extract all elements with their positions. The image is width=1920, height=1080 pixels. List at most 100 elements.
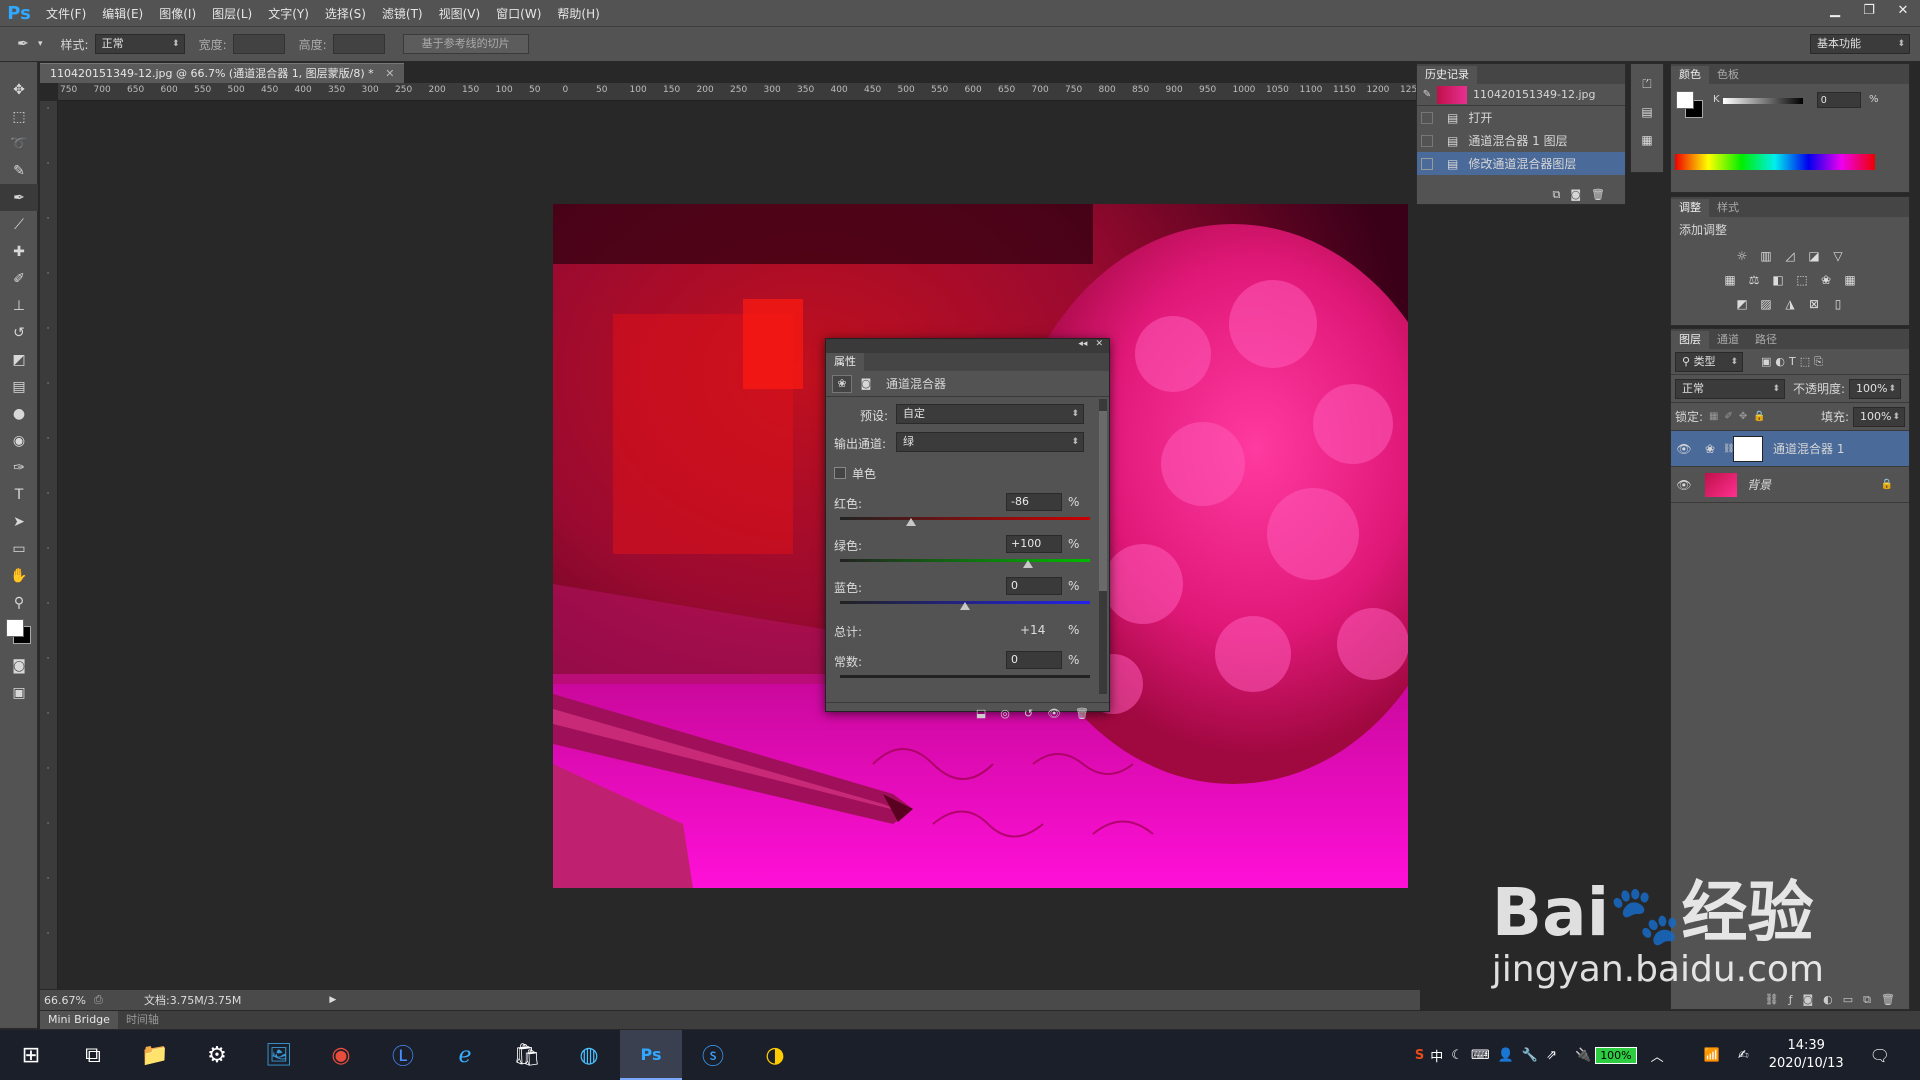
style-select[interactable]: 正常 xyxy=(94,34,185,54)
history-item-selected[interactable]: ▤ 修改通道混合器图层 xyxy=(1417,152,1625,175)
red-slider-thumb[interactable] xyxy=(906,518,917,526)
pen-tool-icon[interactable]: ✑ xyxy=(0,454,38,481)
menu-image[interactable]: 图像(I) xyxy=(151,5,204,22)
reset-icon[interactable]: ↺ xyxy=(1024,707,1033,720)
tools-icon[interactable]: 🔧 xyxy=(1522,1048,1538,1063)
filter-adjustment-icon[interactable]: ◐ xyxy=(1775,355,1785,369)
monochrome-checkbox[interactable] xyxy=(834,467,846,479)
color-lookup-icon[interactable]: ▦ xyxy=(1840,270,1860,290)
green-slider[interactable] xyxy=(840,559,1090,568)
curves-icon[interactable]: ◿ xyxy=(1780,246,1800,266)
color-spectrum-ramp[interactable] xyxy=(1675,154,1875,170)
path-selection-tool-icon[interactable]: ➤ xyxy=(0,508,38,535)
new-adjustment-layer-icon[interactable]: ◐ xyxy=(1823,993,1833,1007)
camera-icon[interactable]: ◙ xyxy=(1570,188,1581,202)
close-icon[interactable]: ✕ xyxy=(1886,0,1920,20)
layer-row-selected[interactable]: 👁 ❀ ⛓ 通道混合器 1 xyxy=(1671,431,1909,467)
battery-indicator[interactable]: 100% xyxy=(1595,1046,1637,1064)
document-tab[interactable]: 110420151349-12.jpg @ 66.7% (通道混合器 1, 图层… xyxy=(40,63,405,83)
green-value-input[interactable]: +100 xyxy=(1006,535,1062,553)
slice-tool-icon[interactable]: ✒ xyxy=(8,36,38,52)
dodge-tool-icon[interactable]: ◉ xyxy=(0,427,38,454)
quick-mask-icon[interactable]: ◙ xyxy=(0,652,38,679)
opacity-input[interactable]: 100% xyxy=(1849,378,1902,399)
eye-icon[interactable]: 👁 xyxy=(1671,478,1697,492)
constant-slider[interactable] xyxy=(840,675,1090,678)
zoom-level[interactable]: 66.67% xyxy=(44,994,94,1007)
tab-styles[interactable]: 样式 xyxy=(1709,199,1747,217)
eraser-tool-icon[interactable]: ◩ xyxy=(0,346,38,373)
history-panel-icon[interactable]: ⏍ xyxy=(1637,74,1657,94)
output-channel-select[interactable]: 绿 xyxy=(896,432,1084,452)
vibrance-icon[interactable]: ▽ xyxy=(1828,246,1848,266)
proof-icon[interactable]: ⎙ xyxy=(94,993,114,1007)
history-state-checkbox[interactable] xyxy=(1421,111,1433,124)
foreground-color-swatch[interactable] xyxy=(1676,91,1694,109)
blue-slider[interactable] xyxy=(840,601,1090,610)
history-state-checkbox[interactable] xyxy=(1421,157,1433,170)
notification-icon[interactable]: 🗨 xyxy=(1870,1046,1890,1065)
clock[interactable]: 14:39 2020/10/13 xyxy=(1769,1037,1844,1073)
tab-channels[interactable]: 通道 xyxy=(1709,331,1747,349)
blue-app-icon[interactable]: ⓢ xyxy=(682,1030,744,1080)
lock-position-icon[interactable]: ✥ xyxy=(1739,411,1747,422)
history-brush-source-icon[interactable]: ✎ xyxy=(1417,89,1437,100)
mask-icon[interactable]: ◙ xyxy=(856,375,876,393)
channel-mixer-icon[interactable]: ❀ xyxy=(1816,270,1836,290)
width-input[interactable] xyxy=(232,34,285,54)
properties-panel-icon[interactable]: ▤ xyxy=(1637,102,1657,122)
info-panel-icon[interactable]: ▦ xyxy=(1637,130,1657,150)
scrollbar-thumb[interactable] xyxy=(1099,411,1107,591)
filter-shape-icon[interactable]: ⬚ xyxy=(1800,355,1810,369)
screen-mode-icon[interactable]: ▣ xyxy=(0,679,38,706)
hue-saturation-icon[interactable]: ▦ xyxy=(1720,270,1740,290)
selective-color-icon[interactable]: ⊠ xyxy=(1804,294,1824,314)
internet-explorer-icon[interactable]: ℯ xyxy=(434,1030,496,1080)
tool-preset-chevron-down-icon[interactable]: ▾ xyxy=(38,39,43,49)
minimize-icon[interactable]: ▁ xyxy=(1818,0,1852,20)
blue-value-input[interactable]: 0 xyxy=(1006,577,1062,595)
wifi-icon[interactable]: 📶 xyxy=(1704,1048,1720,1063)
tab-properties[interactable]: 属性 xyxy=(826,353,864,371)
tab-history[interactable]: 历史记录 xyxy=(1417,66,1477,84)
close-document-icon[interactable]: ✕ xyxy=(385,67,394,80)
foreground-color-swatch[interactable] xyxy=(6,619,24,637)
filter-type-icon[interactable]: T xyxy=(1789,355,1796,369)
clone-stamp-tool-icon[interactable]: ⊥ xyxy=(0,292,38,319)
close-icon[interactable]: ✕ xyxy=(1095,339,1103,353)
invert-icon[interactable]: ◩ xyxy=(1732,294,1752,314)
eyedropper-tool-icon[interactable]: ⟋ xyxy=(0,211,38,238)
new-layer-icon[interactable]: ⧉ xyxy=(1863,993,1871,1007)
link-layers-icon[interactable]: ⛓ xyxy=(1765,993,1779,1007)
search-app-icon[interactable]: ◍ xyxy=(558,1030,620,1080)
history-item[interactable]: ▤ 打开 xyxy=(1417,106,1625,129)
height-input[interactable] xyxy=(332,34,385,54)
l-app-icon[interactable]: Ⓛ xyxy=(372,1030,434,1080)
trash-icon[interactable]: 🗑 xyxy=(1591,188,1605,202)
layer-name[interactable]: 背景 xyxy=(1747,476,1771,493)
menu-file[interactable]: 文件(F) xyxy=(38,5,94,22)
blue-slider-thumb[interactable] xyxy=(960,602,970,610)
blur-tool-icon[interactable]: ● xyxy=(0,400,38,427)
photoshop-taskbar-icon[interactable]: Ps xyxy=(620,1030,682,1080)
settings-gear-icon[interactable]: ⚙ xyxy=(186,1030,248,1080)
brightness-icon[interactable]: ☼ xyxy=(1732,246,1752,266)
menu-help[interactable]: 帮助(H) xyxy=(549,5,607,22)
rectangle-tool-icon[interactable]: ▭ xyxy=(0,535,38,562)
properties-scrollbar[interactable] xyxy=(1099,399,1107,694)
slice-tool-icon[interactable]: ✒ xyxy=(0,184,38,211)
lock-transparent-icon[interactable]: ▦ xyxy=(1709,411,1718,422)
visibility-eye-icon[interactable]: 👁 xyxy=(1047,707,1061,720)
user-icon[interactable]: 👤 xyxy=(1498,1048,1514,1063)
yellow-app-icon[interactable]: ◑ xyxy=(744,1030,806,1080)
channel-mixer-icon[interactable]: ❀ xyxy=(832,374,852,393)
layer-filter-select[interactable]: ⚲ 类型 xyxy=(1675,351,1743,372)
slices-from-guides-button[interactable]: 基于参考线的切片 xyxy=(402,34,529,54)
history-brush-tool-icon[interactable]: ↺ xyxy=(0,319,38,346)
sogou-ime-icon[interactable]: S xyxy=(1415,1048,1424,1063)
exposure-icon[interactable]: ◪ xyxy=(1804,246,1824,266)
restore-icon[interactable]: ❐ xyxy=(1852,0,1886,20)
gradient-tool-icon[interactable]: ▤ xyxy=(0,373,38,400)
lock-pixels-icon[interactable]: ✐ xyxy=(1725,411,1733,422)
moon-icon[interactable]: ☾ xyxy=(1451,1048,1463,1063)
